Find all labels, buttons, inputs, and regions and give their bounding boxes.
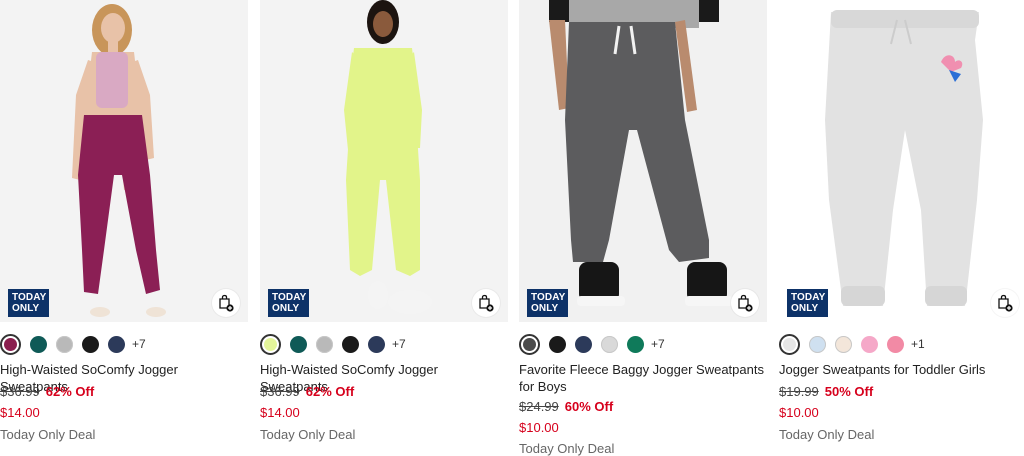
sale-price: $14.00: [260, 405, 300, 420]
original-price: $36.99: [260, 384, 300, 399]
color-swatch[interactable]: [260, 333, 281, 355]
product-name[interactable]: Jogger Sweatpants for Toddler Girls: [779, 361, 1024, 378]
color-swatches: +7: [0, 333, 146, 355]
shopping-bag-plus-icon: [738, 294, 753, 312]
color-swatches: +1: [779, 333, 925, 355]
more-colors-count[interactable]: +1: [911, 337, 925, 351]
color-swatch[interactable]: [601, 335, 618, 353]
color-swatch[interactable]: [779, 333, 800, 355]
deal-label: Today Only Deal: [260, 427, 356, 442]
color-swatch[interactable]: [56, 335, 73, 353]
product-card[interactable]: TODAY ONLY +1 Jogger Sweatpants for Toddler…: [779, 0, 1024, 454]
sale-price: $10.00: [779, 405, 819, 420]
badge-line: ONLY: [531, 303, 559, 314]
color-swatch[interactable]: [809, 335, 826, 353]
original-price: $24.99: [519, 399, 559, 414]
more-colors-count[interactable]: +7: [651, 337, 665, 351]
badge-line: TODAY: [12, 292, 47, 303]
price-row: $36.99 62% Off: [260, 383, 354, 400]
more-colors-count[interactable]: +7: [392, 337, 406, 351]
discount-label: 60% Off: [564, 399, 614, 414]
color-swatch[interactable]: [30, 335, 47, 353]
today-only-badge: TODAY ONLY: [8, 289, 49, 317]
product-photo: [0, 0, 248, 322]
product-card[interactable]: TODAY ONLY +7 Favorite Fleece Baggy Jogger …: [519, 0, 767, 456]
color-swatch[interactable]: [887, 335, 904, 353]
price-row: $19.99 50% Off: [779, 383, 873, 400]
price-row: $24.99 60% Off: [519, 398, 613, 415]
color-swatch[interactable]: [316, 335, 333, 353]
product-image[interactable]: TODAY ONLY: [260, 0, 508, 322]
today-only-badge: TODAY ONLY: [527, 289, 568, 317]
today-only-badge: TODAY ONLY: [787, 289, 828, 317]
price-row: $36.99 62% Off: [0, 383, 94, 400]
discount-label: 50% Off: [824, 384, 874, 399]
sale-price: $10.00: [519, 420, 559, 435]
add-to-bag-button[interactable]: [212, 289, 240, 317]
product-image[interactable]: TODAY ONLY: [779, 0, 1024, 322]
color-swatch[interactable]: [861, 335, 878, 353]
original-price: $36.99: [0, 384, 40, 399]
badge-line: TODAY: [531, 292, 566, 303]
badge-line: ONLY: [791, 303, 819, 314]
discount-label: 62% Off: [45, 384, 95, 399]
today-only-badge: TODAY ONLY: [268, 289, 309, 317]
product-image[interactable]: TODAY ONLY: [0, 0, 248, 322]
color-swatch[interactable]: [82, 335, 99, 353]
badge-line: TODAY: [272, 292, 307, 303]
color-swatch[interactable]: [519, 333, 540, 355]
product-card[interactable]: TODAY ONLY +7 High-Waisted SoComfy Jogger S…: [0, 0, 248, 454]
badge-line: ONLY: [12, 303, 40, 314]
sale-price: $14.00: [0, 405, 40, 420]
color-swatches: +7: [260, 333, 406, 355]
deal-label: Today Only Deal: [779, 427, 875, 442]
color-swatch[interactable]: [575, 335, 592, 353]
product-image[interactable]: TODAY ONLY: [519, 0, 767, 322]
color-swatch[interactable]: [835, 335, 852, 353]
color-swatch[interactable]: [627, 335, 644, 353]
color-swatch[interactable]: [342, 335, 359, 353]
product-card[interactable]: TODAY ONLY +7 High-Waisted SoComfy Jogger S…: [260, 0, 508, 454]
color-swatch[interactable]: [108, 335, 125, 353]
add-to-bag-button[interactable]: [731, 289, 759, 317]
shopping-bag-plus-icon: [998, 294, 1013, 312]
product-grid: TODAY ONLY +7 High-Waisted SoComfy Jogger S…: [0, 0, 1024, 456]
add-to-bag-button[interactable]: [472, 289, 500, 317]
shopping-bag-plus-icon: [479, 294, 494, 312]
color-swatches: +7: [519, 333, 665, 355]
deal-label: Today Only Deal: [0, 427, 96, 442]
shopping-bag-plus-icon: [219, 294, 234, 312]
badge-line: TODAY: [791, 292, 826, 303]
discount-label: 62% Off: [305, 384, 355, 399]
product-photo: [519, 0, 767, 322]
more-colors-count[interactable]: +7: [132, 337, 146, 351]
add-to-bag-button[interactable]: [991, 289, 1019, 317]
badge-line: ONLY: [272, 303, 300, 314]
original-price: $19.99: [779, 384, 819, 399]
color-swatch[interactable]: [290, 335, 307, 353]
color-swatch[interactable]: [549, 335, 566, 353]
color-swatch[interactable]: [0, 333, 21, 355]
color-swatch[interactable]: [368, 335, 385, 353]
product-photo: [260, 0, 508, 322]
product-photo: [779, 0, 1024, 322]
product-name[interactable]: Favorite Fleece Baggy Jogger Sweatpants …: [519, 361, 767, 395]
